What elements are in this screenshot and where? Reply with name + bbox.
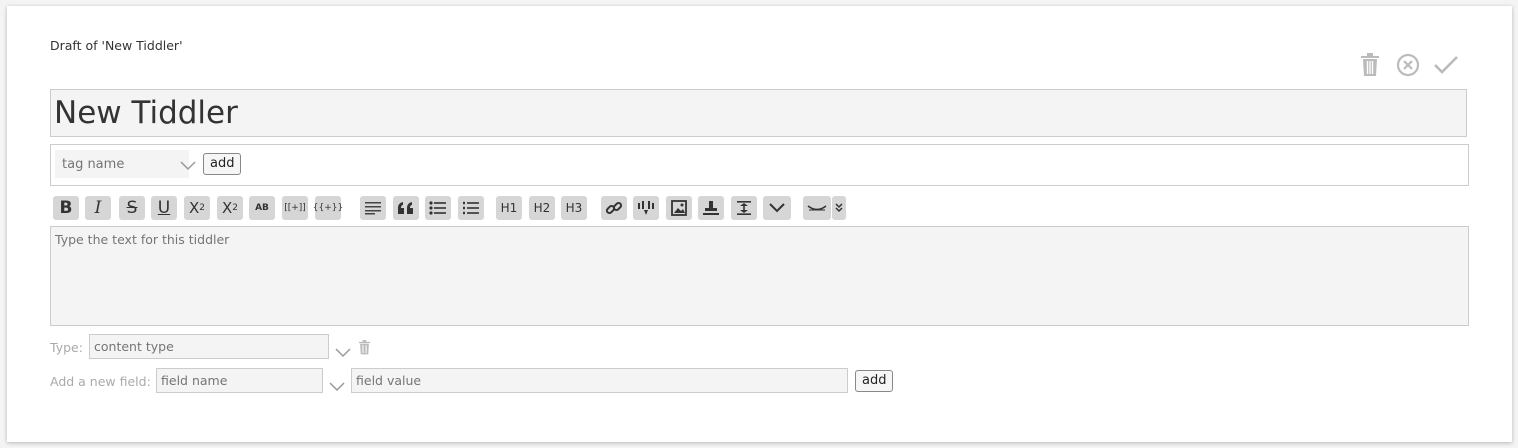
tag-dropdown-chevron-icon[interactable] (180, 156, 196, 175)
smallcaps-button[interactable]: AB (249, 196, 275, 220)
preview-toggle-icon[interactable] (803, 196, 831, 220)
italic-button[interactable]: I (85, 196, 111, 220)
field-value-input[interactable] (351, 368, 848, 393)
field-name-input[interactable] (156, 368, 323, 393)
delete-icon[interactable] (1357, 52, 1383, 78)
done-icon[interactable] (1433, 52, 1459, 78)
quote-icon[interactable] (393, 196, 419, 220)
italic-label: I (94, 198, 102, 218)
heading-2-button[interactable]: H2 (529, 196, 555, 220)
title-input[interactable] (50, 89, 1467, 137)
preview-dropdown-icon[interactable] (832, 196, 846, 220)
bold-button[interactable]: B (53, 196, 79, 220)
body-editor[interactable] (50, 226, 1469, 326)
tiddler-controls (1357, 52, 1459, 78)
heading-2-label: H2 (533, 201, 551, 215)
tag-editor: add (50, 144, 1469, 186)
heading-1-label: H1 (500, 201, 518, 215)
new-field-label: Add a new field: (50, 374, 151, 389)
heading-3-button[interactable]: H3 (561, 196, 587, 220)
heading-3-label: H3 (565, 201, 583, 215)
transclude-button[interactable]: {{+}} (312, 196, 344, 220)
excise-icon[interactable] (633, 196, 659, 220)
tiddler-edit-card: Draft of 'New Tiddler' add B I S U X2 X2… (7, 6, 1512, 442)
draft-title: Draft of 'New Tiddler' (50, 38, 183, 53)
add-tag-button[interactable]: add (203, 153, 242, 175)
tag-name-input[interactable] (55, 150, 189, 178)
bold-label: B (59, 198, 73, 218)
strikethrough-button[interactable]: S (119, 196, 145, 220)
content-type-input[interactable] (89, 334, 329, 359)
underline-button[interactable]: U (151, 196, 177, 220)
smallcaps-label: AB (255, 203, 269, 213)
subscript-button[interactable]: X2 (217, 196, 243, 220)
wikilink-button[interactable]: [[+]] (282, 196, 308, 220)
size-icon[interactable] (731, 196, 757, 220)
strikethrough-label: S (126, 198, 138, 218)
stamp-icon[interactable] (698, 196, 724, 220)
type-dropdown-chevron-icon[interactable] (335, 343, 351, 362)
field-name-dropdown-chevron-icon[interactable] (329, 377, 345, 396)
add-field-button[interactable]: add (855, 370, 894, 392)
wikilink-label: [[+]] (284, 203, 306, 213)
monospace-block-icon[interactable] (360, 196, 386, 220)
type-label: Type: (50, 340, 83, 355)
superscript-button[interactable]: X2 (184, 196, 210, 220)
underline-label: U (157, 198, 171, 218)
picture-icon[interactable] (666, 196, 692, 220)
link-icon[interactable] (601, 196, 627, 220)
numbered-list-icon[interactable] (458, 196, 484, 220)
cancel-icon[interactable] (1395, 52, 1421, 78)
bulleted-list-icon[interactable] (425, 196, 451, 220)
more-chevron-icon[interactable] (763, 196, 791, 220)
transclude-label: {{+}} (312, 203, 344, 213)
clear-type-icon[interactable] (358, 340, 371, 359)
heading-1-button[interactable]: H1 (496, 196, 522, 220)
